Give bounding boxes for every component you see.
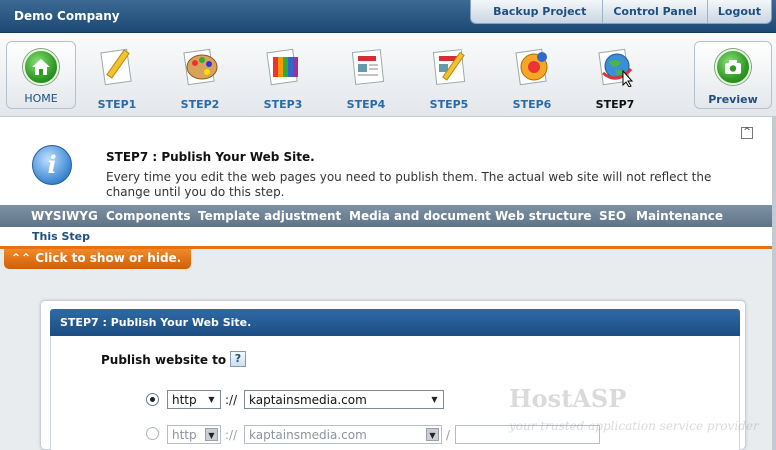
step5-button[interactable]: STEP5: [418, 41, 480, 115]
chevron-down-icon: ▼: [431, 395, 438, 404]
tab-this-step[interactable]: This Step: [26, 227, 96, 248]
tab-wysiwyg[interactable]: WYSIWYG: [31, 209, 98, 223]
info-icon: i: [32, 145, 72, 185]
step4-label: STEP4: [346, 98, 386, 111]
chevron-down-icon: ▼: [205, 428, 218, 441]
protocol-select-2[interactable]: http ▼: [167, 425, 221, 444]
step6-label: STEP6: [512, 98, 552, 111]
step1-label: STEP1: [97, 98, 137, 111]
domain-select-1[interactable]: kaptainsmedia.com ▼: [244, 390, 444, 409]
subtab-row: This Step: [0, 227, 776, 248]
chevron-down-icon: ▼: [208, 395, 215, 404]
home-button[interactable]: HOME: [6, 41, 76, 109]
step3-label: STEP3: [263, 98, 303, 111]
pencil-page-icon: [100, 48, 132, 86]
backup-project-link[interactable]: Backup Project: [471, 0, 602, 23]
step-info-panel: ^ i STEP7 : Publish Your Web Site. Every…: [0, 117, 776, 205]
plugin-icon: [515, 48, 548, 86]
camera-icon: [715, 49, 751, 85]
home-icon: [23, 49, 59, 85]
step7-button[interactable]: STEP7: [584, 41, 646, 115]
logout-link[interactable]: Logout: [706, 0, 771, 23]
protocol-separator-1: ://: [225, 393, 238, 407]
palette-icon: [183, 48, 218, 86]
info-description: Every time you edit the web pages you ne…: [106, 170, 712, 199]
step7-label: STEP7: [595, 98, 635, 111]
step2-label: STEP2: [180, 98, 220, 111]
color-swatch-icon: [266, 48, 298, 86]
help-button[interactable]: ?: [230, 351, 246, 367]
top-bar: Demo Company Backup Project Control Pane…: [0, 0, 776, 33]
step1-button[interactable]: STEP1: [86, 41, 148, 115]
domain-value-2: kaptainsmedia.com: [249, 428, 367, 442]
tab-web-structure[interactable]: Web structure: [495, 209, 592, 223]
step2-button[interactable]: STEP2: [169, 41, 231, 115]
tab-maintenance[interactable]: Maintenance: [636, 209, 723, 223]
protocol-value-1: http: [172, 393, 197, 407]
step-bar: HOME STEP1 STEP2 STEP3 STEP4 STEP5 STEP6…: [0, 33, 776, 117]
tab-template-adjustment[interactable]: Template adjustment: [198, 209, 341, 223]
step5-label: STEP5: [429, 98, 469, 111]
destination-radio-1[interactable]: [146, 393, 159, 406]
edit-page-icon: [432, 49, 466, 85]
panel-title: STEP7 : Publish Your Web Site.: [60, 316, 252, 329]
step3-button[interactable]: STEP3: [252, 41, 314, 115]
chevron-down-icon: ▼: [426, 428, 439, 441]
publish-to-label: Publish website to :: [101, 353, 236, 367]
domain-select-2[interactable]: kaptainsmedia.com ▼: [244, 425, 442, 444]
destination-radio-2[interactable]: [146, 427, 159, 440]
watermark-brand: HostASP: [509, 384, 627, 413]
tab-seo[interactable]: SEO: [599, 209, 626, 223]
tab-components[interactable]: Components: [106, 209, 191, 223]
domain-value-1: kaptainsmedia.com: [249, 393, 367, 407]
control-panel-link[interactable]: Control Panel: [602, 0, 707, 23]
step6-button[interactable]: STEP6: [501, 41, 563, 115]
protocol-separator-2: ://: [225, 428, 238, 442]
collapse-icon[interactable]: ^: [741, 127, 753, 139]
show-hide-label: Click to show or hide.: [35, 251, 182, 265]
protocol-select-1[interactable]: http ▼: [167, 390, 221, 409]
tab-media-and-document[interactable]: Media and document: [349, 209, 491, 223]
newspaper-icon: [351, 49, 385, 85]
protocol-value-2: http: [172, 428, 197, 442]
step4-button[interactable]: STEP4: [335, 41, 397, 115]
preview-label: Preview: [708, 93, 758, 106]
scrollbar-edge: [772, 117, 776, 450]
globe-publish-icon: [598, 48, 634, 87]
double-chevron-up-icon: ⌃⌃: [11, 251, 36, 265]
show-hide-toggle[interactable]: ⌃⌃ Click to show or hide.: [4, 249, 192, 269]
company-name: Demo Company: [14, 9, 120, 23]
main-tabs: WYSIWYG Components Template adjustment M…: [0, 205, 776, 227]
home-label: HOME: [24, 92, 58, 105]
watermark-tagline: your trusted application service provide…: [509, 419, 759, 433]
preview-button[interactable]: Preview: [694, 41, 772, 109]
panel-header: STEP7 : Publish Your Web Site.: [50, 309, 740, 336]
path-separator: /: [446, 428, 451, 442]
info-title: STEP7 : Publish Your Web Site.: [106, 150, 315, 164]
top-links: Backup Project Control Panel Logout: [470, 0, 772, 24]
